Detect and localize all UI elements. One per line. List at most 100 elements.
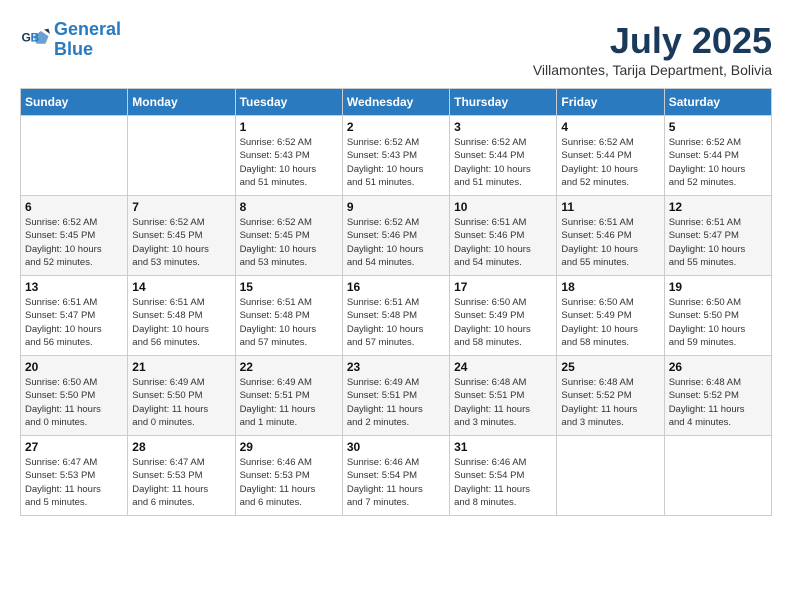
calendar-cell: 13Sunrise: 6:51 AM Sunset: 5:47 PM Dayli… <box>21 276 128 356</box>
day-detail: Sunrise: 6:51 AM Sunset: 5:48 PM Dayligh… <box>347 296 445 349</box>
day-number: 14 <box>132 280 230 294</box>
calendar-cell: 16 Sunrise: 6:51 AM Sunset: 5:48 PM Dayli… <box>342 276 449 356</box>
calendar-week-row: 27 Sunrise: 6:47 AM Sunset: 5:53 PM Dayli… <box>21 436 772 516</box>
day-number: 20 <box>25 360 123 374</box>
calendar-week-row: 6 Sunrise: 6:52 AM Sunset: 5:45 PM Daylig… <box>21 196 772 276</box>
calendar-cell: 28 Sunrise: 6:47 AM Sunset: 5:53 PM Dayli… <box>128 436 235 516</box>
weekday-header: Thursday <box>450 89 557 116</box>
calendar-cell: 8Sunrise: 6:52 AM Sunset: 5:45 PM Daylig… <box>235 196 342 276</box>
day-detail: Sunrise: 6:52 AM Sunset: 5:44 PM Dayligh… <box>669 136 767 189</box>
day-number: 29 <box>240 440 338 454</box>
day-detail: Sunrise: 6:52 AM Sunset: 5:45 PM Dayligh… <box>240 216 338 269</box>
calendar-cell: 20 Sunrise: 6:50 AM Sunset: 5:50 PM Dayli… <box>21 356 128 436</box>
day-number: 22 <box>240 360 338 374</box>
title-area: July 2025 Villamontes, Tarija Department… <box>533 20 772 78</box>
day-detail: Sunrise: 6:47 AM Sunset: 5:53 PM Dayligh… <box>132 456 230 509</box>
calendar-cell: 24Sunrise: 6:48 AM Sunset: 5:51 PM Dayli… <box>450 356 557 436</box>
logo-text: General Blue <box>54 20 121 60</box>
day-number: 30 <box>347 440 445 454</box>
calendar-cell: 10 Sunrise: 6:51 AM Sunset: 5:46 PM Dayli… <box>450 196 557 276</box>
calendar-cell: 19 Sunrise: 6:50 AM Sunset: 5:50 PM Dayli… <box>664 276 771 356</box>
day-number: 18 <box>561 280 659 294</box>
logo: G B General Blue <box>20 20 121 60</box>
calendar-cell: 21Sunrise: 6:49 AM Sunset: 5:50 PM Dayli… <box>128 356 235 436</box>
day-detail: Sunrise: 6:52 AM Sunset: 5:46 PM Dayligh… <box>347 216 445 269</box>
day-number: 26 <box>669 360 767 374</box>
day-detail: Sunrise: 6:52 AM Sunset: 5:43 PM Dayligh… <box>240 136 338 189</box>
weekday-header: Saturday <box>664 89 771 116</box>
day-number: 25 <box>561 360 659 374</box>
day-detail: Sunrise: 6:52 AM Sunset: 5:45 PM Dayligh… <box>132 216 230 269</box>
day-detail: Sunrise: 6:48 AM Sunset: 5:52 PM Dayligh… <box>561 376 659 429</box>
calendar-cell: 14 Sunrise: 6:51 AM Sunset: 5:48 PM Dayli… <box>128 276 235 356</box>
day-number: 2 <box>347 120 445 134</box>
day-number: 23 <box>347 360 445 374</box>
day-number: 16 <box>347 280 445 294</box>
day-number: 3 <box>454 120 552 134</box>
day-detail: Sunrise: 6:51 AM Sunset: 5:47 PM Dayligh… <box>669 216 767 269</box>
month-title: July 2025 <box>533 20 772 62</box>
day-number: 27 <box>25 440 123 454</box>
calendar-cell: 17 Sunrise: 6:50 AM Sunset: 5:49 PM Dayli… <box>450 276 557 356</box>
logo-icon: G B <box>20 25 50 55</box>
day-number: 5 <box>669 120 767 134</box>
calendar-cell: 18 Sunrise: 6:50 AM Sunset: 5:49 PM Dayli… <box>557 276 664 356</box>
day-number: 19 <box>669 280 767 294</box>
day-number: 12 <box>669 200 767 214</box>
weekday-header: Friday <box>557 89 664 116</box>
calendar-cell: 30 Sunrise: 6:46 AM Sunset: 5:54 PM Dayli… <box>342 436 449 516</box>
page-header: G B General Blue July 2025 Villamontes, … <box>20 20 772 78</box>
day-number: 10 <box>454 200 552 214</box>
day-detail: Sunrise: 6:47 AM Sunset: 5:53 PM Dayligh… <box>25 456 123 509</box>
day-detail: Sunrise: 6:49 AM Sunset: 5:51 PM Dayligh… <box>240 376 338 429</box>
day-detail: Sunrise: 6:50 AM Sunset: 5:50 PM Dayligh… <box>669 296 767 349</box>
day-detail: Sunrise: 6:50 AM Sunset: 5:49 PM Dayligh… <box>454 296 552 349</box>
calendar-cell: 25 Sunrise: 6:48 AM Sunset: 5:52 PM Dayli… <box>557 356 664 436</box>
weekday-header: Wednesday <box>342 89 449 116</box>
day-number: 6 <box>25 200 123 214</box>
calendar-week-row: 1Sunrise: 6:52 AM Sunset: 5:43 PM Daylig… <box>21 116 772 196</box>
day-detail: Sunrise: 6:46 AM Sunset: 5:54 PM Dayligh… <box>347 456 445 509</box>
calendar-cell: 12 Sunrise: 6:51 AM Sunset: 5:47 PM Dayli… <box>664 196 771 276</box>
day-detail: Sunrise: 6:51 AM Sunset: 5:46 PM Dayligh… <box>454 216 552 269</box>
day-number: 17 <box>454 280 552 294</box>
weekday-header: Sunday <box>21 89 128 116</box>
calendar-cell: 6Sunrise: 6:52 AM Sunset: 5:45 PM Daylig… <box>21 196 128 276</box>
calendar-cell: 26Sunrise: 6:48 AM Sunset: 5:52 PM Dayli… <box>664 356 771 436</box>
day-detail: Sunrise: 6:51 AM Sunset: 5:48 PM Dayligh… <box>132 296 230 349</box>
calendar-cell: 23Sunrise: 6:49 AM Sunset: 5:51 PM Dayli… <box>342 356 449 436</box>
calendar-cell: 4Sunrise: 6:52 AM Sunset: 5:44 PM Daylig… <box>557 116 664 196</box>
day-detail: Sunrise: 6:51 AM Sunset: 5:48 PM Dayligh… <box>240 296 338 349</box>
day-detail: Sunrise: 6:50 AM Sunset: 5:49 PM Dayligh… <box>561 296 659 349</box>
day-detail: Sunrise: 6:51 AM Sunset: 5:46 PM Dayligh… <box>561 216 659 269</box>
calendar-cell <box>21 116 128 196</box>
day-detail: Sunrise: 6:50 AM Sunset: 5:50 PM Dayligh… <box>25 376 123 429</box>
calendar-cell: 7 Sunrise: 6:52 AM Sunset: 5:45 PM Daylig… <box>128 196 235 276</box>
location-subtitle: Villamontes, Tarija Department, Bolivia <box>533 62 772 78</box>
calendar-week-row: 13Sunrise: 6:51 AM Sunset: 5:47 PM Dayli… <box>21 276 772 356</box>
day-detail: Sunrise: 6:51 AM Sunset: 5:47 PM Dayligh… <box>25 296 123 349</box>
calendar-table: SundayMondayTuesdayWednesdayThursdayFrid… <box>20 88 772 516</box>
calendar-cell: 22 Sunrise: 6:49 AM Sunset: 5:51 PM Dayli… <box>235 356 342 436</box>
calendar-cell: 27 Sunrise: 6:47 AM Sunset: 5:53 PM Dayli… <box>21 436 128 516</box>
calendar-cell: 2 Sunrise: 6:52 AM Sunset: 5:43 PM Daylig… <box>342 116 449 196</box>
calendar-week-row: 20 Sunrise: 6:50 AM Sunset: 5:50 PM Dayli… <box>21 356 772 436</box>
calendar-cell: 3 Sunrise: 6:52 AM Sunset: 5:44 PM Daylig… <box>450 116 557 196</box>
day-number: 28 <box>132 440 230 454</box>
calendar-cell: 15Sunrise: 6:51 AM Sunset: 5:48 PM Dayli… <box>235 276 342 356</box>
day-detail: Sunrise: 6:52 AM Sunset: 5:44 PM Dayligh… <box>454 136 552 189</box>
calendar-cell: 1Sunrise: 6:52 AM Sunset: 5:43 PM Daylig… <box>235 116 342 196</box>
day-number: 31 <box>454 440 552 454</box>
weekday-header: Monday <box>128 89 235 116</box>
calendar-cell: 31Sunrise: 6:46 AM Sunset: 5:54 PM Dayli… <box>450 436 557 516</box>
day-number: 7 <box>132 200 230 214</box>
day-detail: Sunrise: 6:46 AM Sunset: 5:53 PM Dayligh… <box>240 456 338 509</box>
day-number: 4 <box>561 120 659 134</box>
day-detail: Sunrise: 6:48 AM Sunset: 5:51 PM Dayligh… <box>454 376 552 429</box>
day-number: 21 <box>132 360 230 374</box>
day-detail: Sunrise: 6:52 AM Sunset: 5:43 PM Dayligh… <box>347 136 445 189</box>
calendar-cell: 29 Sunrise: 6:46 AM Sunset: 5:53 PM Dayli… <box>235 436 342 516</box>
calendar-cell: 11Sunrise: 6:51 AM Sunset: 5:46 PM Dayli… <box>557 196 664 276</box>
calendar-cell: 5 Sunrise: 6:52 AM Sunset: 5:44 PM Daylig… <box>664 116 771 196</box>
calendar-cell <box>557 436 664 516</box>
